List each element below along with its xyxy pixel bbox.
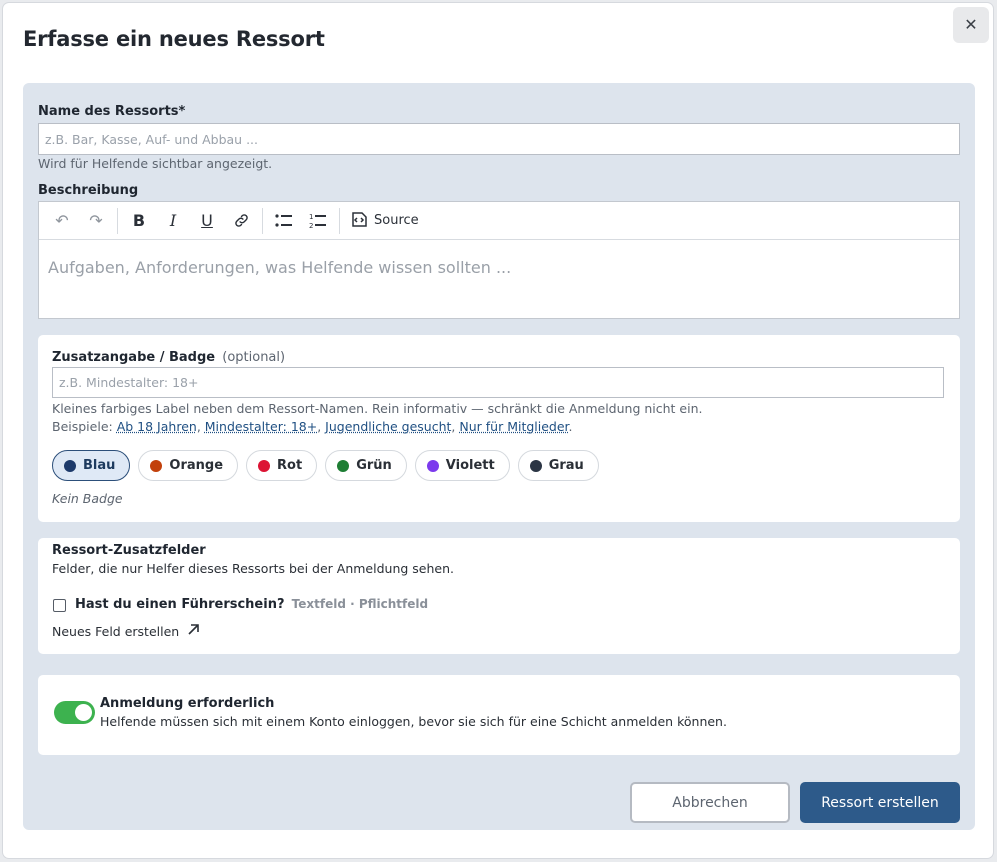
- example-link[interactable]: Mindestalter: 18+: [205, 419, 317, 434]
- cancel-button[interactable]: Abbrechen: [630, 782, 790, 823]
- new-field-link[interactable]: Neues Feld erstellen: [52, 623, 200, 639]
- editor-content[interactable]: Aufgaben, Anforderungen, was Helfende wi…: [39, 240, 959, 295]
- example-link[interactable]: Jugendliche gesucht: [325, 419, 451, 434]
- field-checkbox[interactable]: [53, 599, 66, 612]
- link-icon[interactable]: [224, 206, 258, 236]
- badge-hint: Kleines farbiges Label neben dem Ressort…: [52, 401, 703, 416]
- color-chip-orange[interactable]: Orange: [138, 450, 239, 481]
- dialog-title: Erfasse ein neues Ressort: [23, 27, 325, 51]
- color-dot: [337, 459, 350, 472]
- chip-label: Blau: [83, 458, 116, 473]
- source-label: Source: [374, 213, 419, 228]
- badge-card: Zusatzangabe / Badge (optional) Kleines …: [38, 335, 960, 522]
- color-chip-grau[interactable]: Grau: [517, 450, 599, 481]
- bullet-list-icon[interactable]: [267, 206, 301, 236]
- description-label: Beschreibung: [38, 183, 139, 198]
- badge-label: Zusatzangabe / Badge: [52, 350, 216, 365]
- field-label: Hast du einen Führerschein?: [75, 597, 285, 612]
- color-chip-gruen[interactable]: Grün: [325, 450, 407, 481]
- color-chip-rot[interactable]: Rot: [246, 450, 318, 481]
- chip-label: Orange: [169, 458, 224, 473]
- redo-icon[interactable]: ↷: [79, 206, 113, 236]
- toolbar-divider: [262, 207, 263, 234]
- close-icon[interactable]: ✕: [953, 7, 989, 43]
- badge-preview: Kein Badge: [52, 491, 123, 506]
- field-row: Hast du einen Führerschein? Textfeld · P…: [75, 597, 428, 612]
- numbered-list-icon[interactable]: 1 2: [301, 206, 335, 236]
- color-dot: [529, 459, 542, 472]
- create-ressort-dialog: ✕ Erfasse ein neues Ressort Name des Res…: [3, 3, 993, 858]
- bold-icon[interactable]: B: [122, 206, 156, 236]
- toggle-knob: [75, 704, 92, 721]
- color-chip-violett[interactable]: Violett: [414, 450, 510, 481]
- color-dot: [64, 459, 76, 472]
- undo-icon[interactable]: ↶: [45, 206, 79, 236]
- italic-icon[interactable]: I: [156, 206, 190, 236]
- color-chip-blau[interactable]: Blau: [52, 450, 131, 481]
- name-hint: Wird für Helfende sichtbar angezeigt.: [38, 156, 273, 171]
- source-code-icon: [350, 209, 370, 233]
- color-dot: [258, 459, 271, 472]
- chip-label: Grau: [548, 458, 584, 473]
- login-description: Helfende müssen sich mit einem Konto ein…: [100, 714, 727, 729]
- login-required-toggle[interactable]: [54, 701, 95, 724]
- toolbar-divider: [117, 207, 118, 234]
- login-card: Anmeldung erforderlich Helfende müssen s…: [38, 675, 960, 755]
- rich-text-editor: ↶ ↷ B I U 1 2 Source Aufgaben, Anforderu…: [38, 201, 960, 319]
- external-arrow-icon: [187, 623, 200, 639]
- extra-fields-card: Ressort-Zusatzfelder Felder, die nur Hel…: [38, 538, 960, 654]
- editor-toolbar: ↶ ↷ B I U 1 2 Source: [39, 202, 959, 240]
- badge-label-row: Zusatzangabe / Badge (optional): [52, 350, 285, 365]
- svg-text:2: 2: [309, 222, 313, 230]
- chip-label: Violett: [445, 458, 495, 473]
- badge-input[interactable]: [52, 367, 944, 398]
- chip-label: Rot: [277, 458, 303, 473]
- extra-fields-subtitle: Felder, die nur Helfer dieses Ressorts b…: [52, 561, 454, 576]
- color-dot: [426, 459, 439, 472]
- example-link[interactable]: Ab 18 Jahren: [117, 419, 197, 434]
- name-label: Name des Ressorts*: [38, 104, 186, 119]
- login-title: Anmeldung erforderlich: [100, 696, 275, 711]
- toolbar-divider: [339, 207, 340, 234]
- chip-label: Grün: [356, 458, 392, 473]
- field-meta: Textfeld · Pflichtfeld: [291, 597, 429, 611]
- examples-prefix: Beispiele:: [52, 419, 113, 434]
- new-field-label: Neues Feld erstellen: [52, 623, 180, 639]
- color-dot: [150, 459, 163, 472]
- badge-examples: Beispiele: Ab 18 Jahren, Mindestalter: 1…: [52, 419, 573, 434]
- create-ressort-button[interactable]: Ressort erstellen: [800, 782, 960, 823]
- extra-fields-title: Ressort-Zusatzfelder: [52, 543, 206, 558]
- badge-optional: (optional): [222, 350, 286, 365]
- name-input[interactable]: [38, 123, 960, 155]
- badge-color-options: Blau Orange Rot Grün Violett Grau: [52, 450, 599, 481]
- form-panel: Name des Ressorts* Wird für Helfende sic…: [23, 83, 975, 830]
- source-button[interactable]: Source: [344, 209, 425, 233]
- example-link[interactable]: Nur für Mitglieder: [459, 419, 568, 434]
- underline-icon[interactable]: U: [190, 206, 224, 236]
- svg-text:1: 1: [309, 213, 313, 221]
